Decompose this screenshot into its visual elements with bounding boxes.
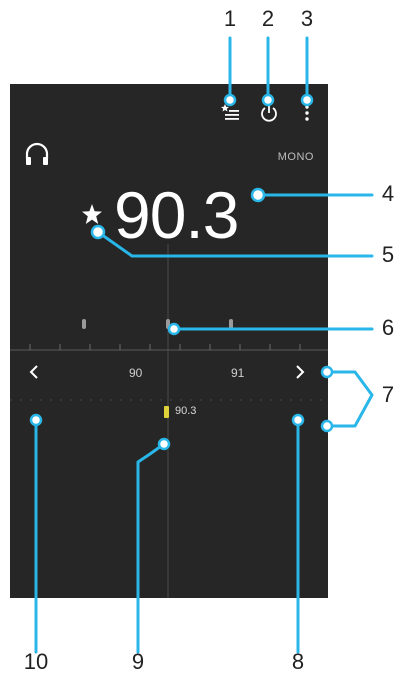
callout-number: 1 — [223, 6, 237, 31]
callout-lines — [29, 36, 374, 654]
callout-number: 5 — [381, 242, 395, 267]
callout-number: 9 — [131, 649, 145, 673]
callout-number: 6 — [381, 315, 395, 340]
callout-number: 4 — [381, 181, 395, 206]
callout-number: 10 — [23, 649, 49, 673]
callout-number: 2 — [261, 6, 275, 31]
callout-number: 7 — [381, 382, 395, 407]
callout-number: 8 — [291, 649, 305, 673]
figure-canvas: MONO 90.3 90 91 90.3 1 2 3 4 5 6 7 8 9 1… — [0, 0, 406, 673]
callout-number: 3 — [300, 6, 314, 31]
